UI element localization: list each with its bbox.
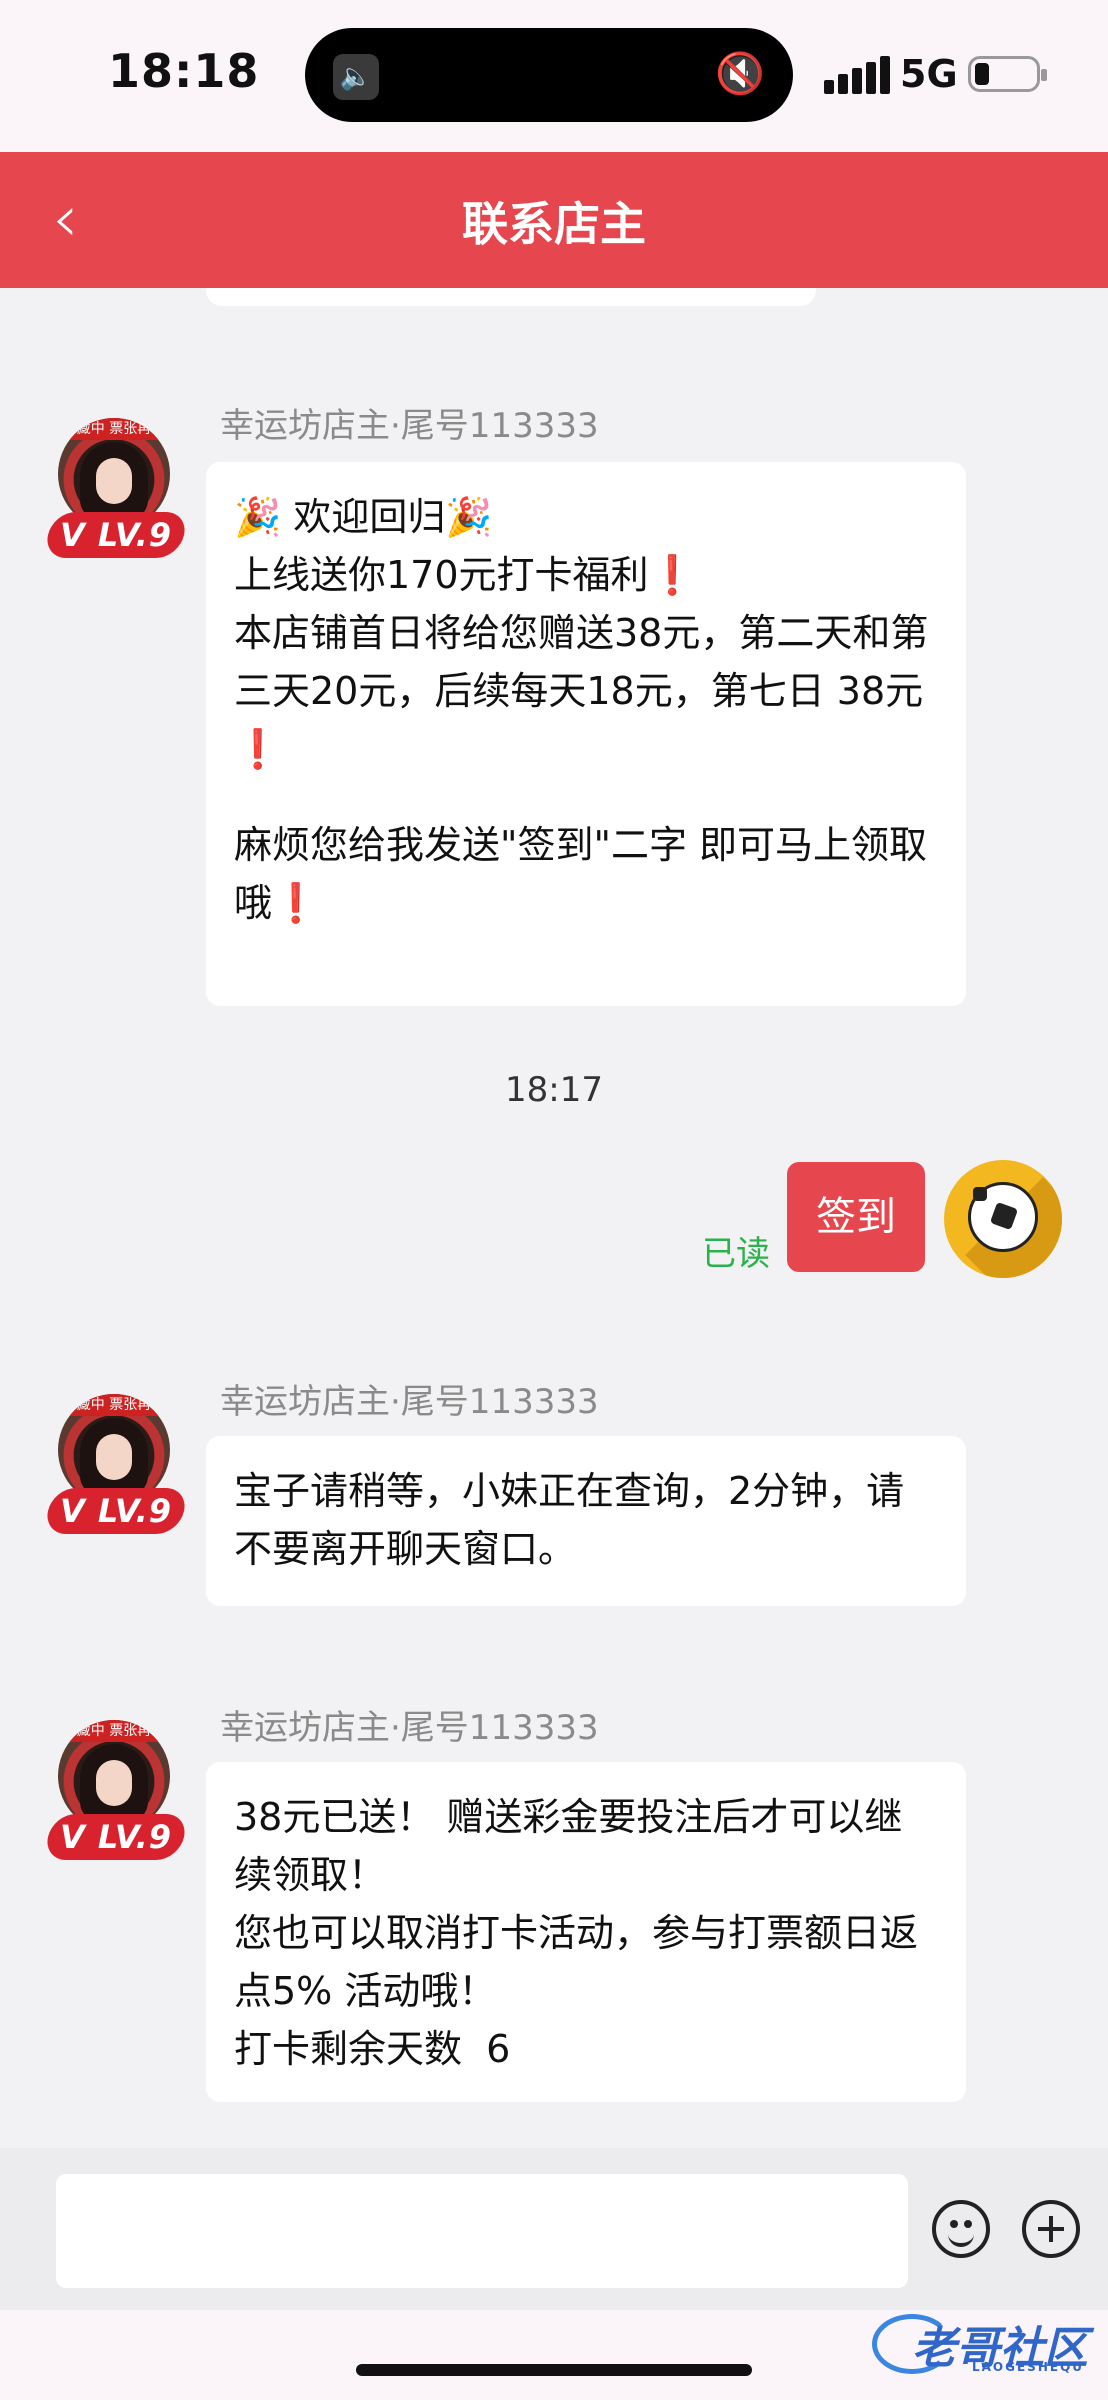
speaker-icon: 🔈 xyxy=(333,54,379,100)
nav-header: ‹ 联系店主 xyxy=(0,152,1108,288)
message-line: 🎉 欢迎回归🎉 xyxy=(234,495,493,539)
previous-bubble-edge xyxy=(206,288,816,306)
clock: 18:18 xyxy=(108,44,260,98)
message-bubble[interactable]: 宝子请稍等，小妹正在查询，2分钟，请不要离开聊天窗口。 xyxy=(206,1436,966,1606)
message-bubble[interactable]: 38元已送！ 赠送彩金要投注后才可以继续领取！ 您也可以取消打卡活动，参与打票额… xyxy=(206,1762,966,2102)
chat-timestamp: 18:17 xyxy=(505,1070,603,1110)
watermark-logo: 老哥社区 LAOGESHEQU xyxy=(872,2308,1094,2378)
message-line: 麻烦您给我发送"签到"二字 即可马上领取哦❗ xyxy=(234,823,928,925)
dynamic-island: 🔈 🔇 xyxy=(305,28,793,122)
battery-icon xyxy=(968,56,1047,92)
signal-icon xyxy=(824,56,890,94)
bluetooth-mute-icon: 🔇 xyxy=(715,51,765,97)
message-line: 宝子请稍等，小妹正在查询，2分钟，请不要离开聊天窗口。 xyxy=(234,1469,905,1571)
plus-icon[interactable] xyxy=(1022,2200,1080,2258)
sender-name: 幸运坊店主·尾号113333 xyxy=(220,1708,599,1748)
read-status: 已读 xyxy=(702,1234,770,1274)
input-bar xyxy=(0,2148,1108,2310)
my-message-bubble[interactable]: 签到 xyxy=(787,1162,925,1272)
sender-name: 幸运坊店主·尾号113333 xyxy=(220,406,599,446)
message-line: 打卡剩余天数 6 xyxy=(234,2027,511,2071)
vip-level-badge: V LV.9 xyxy=(43,512,189,558)
page-title: 联系店主 xyxy=(462,197,646,251)
watermark-subtext: LAOGESHEQU xyxy=(972,2360,1085,2374)
message-line: 您也可以取消打卡活动，参与打票额日返点5% 活动哦！ xyxy=(234,1911,919,2013)
vip-level-badge: V LV.9 xyxy=(43,1814,189,1860)
avatar-sign-text: 藏中 票张再 xyxy=(58,1720,170,1742)
status-bar: 18:18 🔈 🔇 5G xyxy=(0,0,1108,152)
avatar-sign-text: 藏中 票张再 xyxy=(58,1394,170,1416)
avatar-sign-text: 藏中 票张再 xyxy=(58,418,170,440)
soccer-ball-avatar-icon[interactable] xyxy=(944,1160,1062,1278)
home-indicator[interactable] xyxy=(356,2364,752,2376)
message-bubble[interactable]: 🎉 欢迎回归🎉 上线送你170元打卡福利❗ 本店铺首日将给您赠送38元，第二天和… xyxy=(206,462,966,1006)
message-line: 38元已送！ 赠送彩金要投注后才可以继续领取！ xyxy=(234,1795,903,1897)
message-line: 本店铺首日将给您赠送38元，第二天和第三天20元，后续每天18元，第七日 38元… xyxy=(234,611,936,771)
smiley-icon[interactable] xyxy=(932,2200,990,2258)
message-line: 上线送你170元打卡福利❗ xyxy=(234,553,696,597)
vip-level-badge: V LV.9 xyxy=(43,1488,189,1534)
network-type: 5G xyxy=(900,52,958,96)
sender-name: 幸运坊店主·尾号113333 xyxy=(220,1382,599,1422)
message-input[interactable] xyxy=(56,2174,908,2288)
